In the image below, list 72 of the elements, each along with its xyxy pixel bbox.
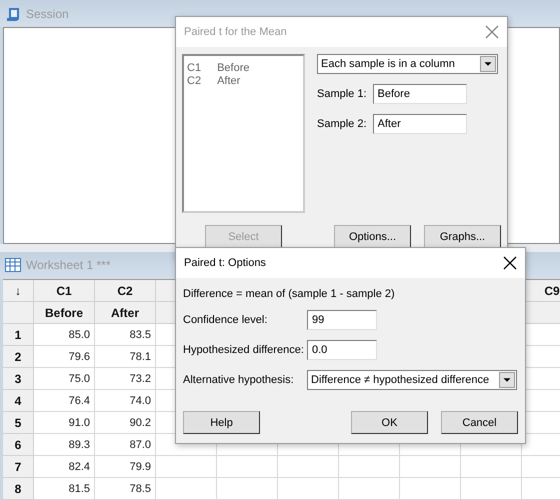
variable-list[interactable]: C1 Before C2 After bbox=[182, 54, 305, 213]
column-header[interactable]: C1 bbox=[34, 280, 95, 302]
column-name[interactable]: After bbox=[95, 302, 156, 324]
row-number: 5 bbox=[3, 412, 34, 434]
table-cell[interactable]: 91.0 bbox=[34, 412, 95, 434]
field-label: Hypothesized difference: bbox=[183, 344, 305, 356]
difference-note: Difference = mean of (sample 1 - sample 2) bbox=[183, 288, 396, 300]
table-cell[interactable]: 74.0 bbox=[95, 390, 156, 412]
table-cell[interactable]: 76.4 bbox=[34, 390, 95, 412]
table-cell[interactable] bbox=[400, 478, 461, 500]
sample-field[interactable]: After bbox=[372, 114, 467, 134]
table-cell[interactable] bbox=[217, 456, 278, 478]
table-cell[interactable]: 90.2 bbox=[95, 412, 156, 434]
dialog-title: Paired t for the Mean bbox=[184, 26, 287, 38]
dialog-button[interactable]: Options... bbox=[334, 225, 411, 248]
column-name[interactable]: Before bbox=[34, 302, 95, 324]
column-header[interactable]: C2 bbox=[95, 280, 156, 302]
table-cell[interactable]: 89.3 bbox=[34, 434, 95, 456]
dialog-title: Paired t: Options bbox=[184, 257, 266, 269]
table-cell[interactable] bbox=[278, 478, 339, 500]
worksheet-title: Worksheet 1 *** bbox=[26, 258, 110, 272]
dialog-button[interactable]: Cancel bbox=[441, 411, 518, 434]
field-label: Alternative hypothesis: bbox=[183, 374, 295, 386]
table-cell[interactable]: 78.5 bbox=[95, 478, 156, 500]
table-cell[interactable]: 82.4 bbox=[34, 456, 95, 478]
row-number: 4 bbox=[3, 390, 34, 412]
input-field[interactable]: 99 bbox=[307, 310, 377, 330]
dialog-button[interactable]: Help bbox=[183, 411, 260, 434]
row-number: 8 bbox=[3, 478, 34, 500]
table-cell[interactable] bbox=[156, 456, 217, 478]
close-button[interactable] bbox=[503, 256, 517, 270]
field-label: Sample 2: bbox=[317, 118, 367, 130]
table-cell[interactable] bbox=[278, 456, 339, 478]
table-cell[interactable]: 73.2 bbox=[95, 368, 156, 390]
table-cell[interactable]: 78.1 bbox=[95, 346, 156, 368]
list-item-column[interactable]: C2 bbox=[187, 75, 202, 88]
scroll-icon bbox=[5, 6, 21, 22]
session-title: Session bbox=[26, 6, 69, 21]
table-cell[interactable] bbox=[461, 456, 522, 478]
dialog-button[interactable]: OK bbox=[351, 411, 428, 434]
table-cell[interactable] bbox=[156, 478, 217, 500]
row-number: 7 bbox=[3, 456, 34, 478]
row-number: 2 bbox=[3, 346, 34, 368]
dialog-button[interactable]: Graphs... bbox=[424, 225, 501, 248]
field-label: Sample 1: bbox=[317, 88, 367, 100]
table-cell[interactable] bbox=[400, 456, 461, 478]
list-item-name[interactable]: After bbox=[217, 75, 240, 88]
table-cell[interactable] bbox=[339, 456, 400, 478]
hypothesis-dropdown[interactable]: Difference ≠ hypothesized difference bbox=[307, 370, 517, 390]
header-corner-cell bbox=[3, 302, 34, 324]
field-label: Confidence level: bbox=[183, 314, 268, 326]
layout-dropdown[interactable]: Each sample is in a column bbox=[317, 54, 498, 74]
table-cell[interactable] bbox=[217, 478, 278, 500]
table-cell[interactable]: 83.5 bbox=[95, 324, 156, 346]
sample-field[interactable]: Before bbox=[372, 84, 467, 104]
table-cell[interactable] bbox=[339, 478, 400, 500]
table-cell[interactable]: 81.5 bbox=[34, 478, 95, 500]
row-number: 6 bbox=[3, 434, 34, 456]
row-number: 1 bbox=[3, 324, 34, 346]
table-cell[interactable]: 79.6 bbox=[34, 346, 95, 368]
table-cell[interactable]: 79.9 bbox=[95, 456, 156, 478]
table-icon bbox=[5, 258, 21, 272]
table-cell[interactable]: 75.0 bbox=[34, 368, 95, 390]
list-item-name[interactable]: Before bbox=[217, 62, 250, 75]
table-cell[interactable] bbox=[461, 478, 522, 500]
table-cell[interactable]: 85.0 bbox=[34, 324, 95, 346]
list-item-column[interactable]: C1 bbox=[187, 62, 202, 75]
row-number: 3 bbox=[3, 368, 34, 390]
dropdown-value: Difference ≠ hypothesized difference bbox=[311, 374, 490, 386]
dropdown-value: Each sample is in a column bbox=[321, 58, 455, 70]
table-cell[interactable]: 87.0 bbox=[95, 434, 156, 456]
input-field[interactable]: 0.0 bbox=[307, 340, 377, 360]
